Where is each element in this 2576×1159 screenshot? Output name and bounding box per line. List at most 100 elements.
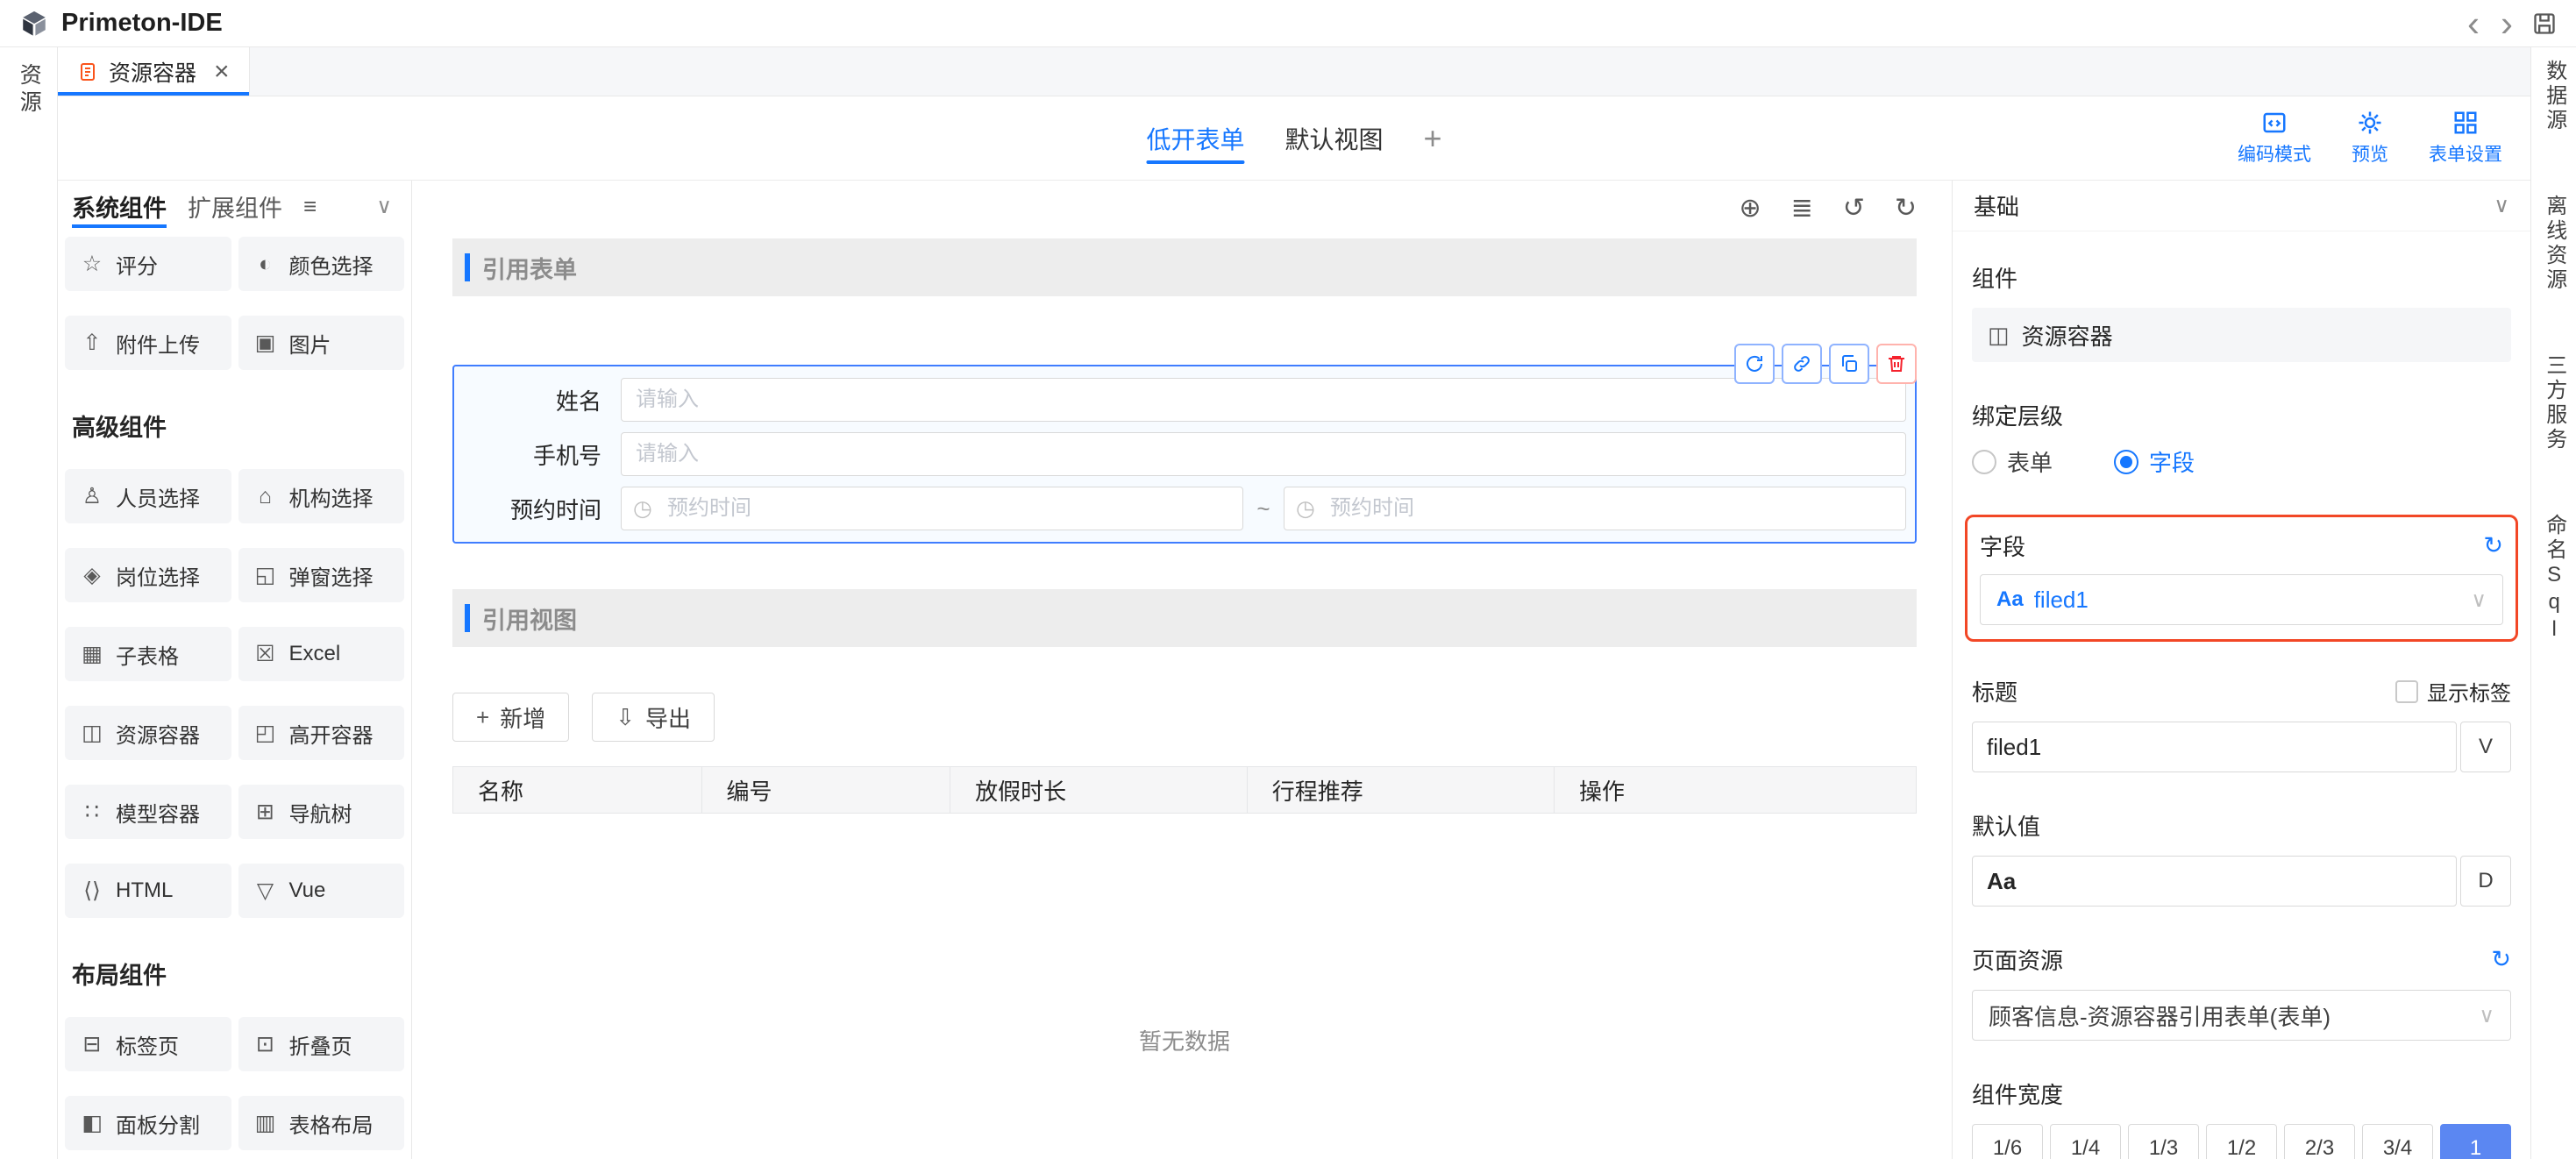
field-binding-highlight: 字段 ↻ Aa filed1 ∨ [1965,515,2518,642]
upload-icon: ⇧ [79,330,105,356]
name-input[interactable] [621,378,1906,422]
title-mode-addon[interactable]: V [2460,722,2511,772]
default-value-input[interactable] [1972,856,2457,907]
add-view-button[interactable]: + [1424,120,1442,157]
width-option-3/4[interactable]: 3/4 [2362,1124,2433,1159]
history-forward-icon[interactable]: › [2490,5,2523,42]
palette-item-弹窗选择[interactable]: ◱弹窗选择 [238,548,405,602]
section-header-form: 引用表单 [452,238,1917,296]
title-section: 标题 显示标签 V [1972,675,2511,772]
rail-item-数据源[interactable]: 数据源 [2542,60,2565,133]
main-row: 资源 资源容器 × 低开表单 默认视图 + [0,47,2576,1159]
rail-item-三方服务[interactable]: 三方服务 [2542,354,2565,452]
width-option-1/2[interactable]: 1/2 [2206,1124,2277,1159]
palette-item-导航树[interactable]: ⊞导航树 [238,785,405,839]
left-rail: 资源 [0,47,58,1159]
palette-item-Vue[interactable]: ▽Vue [238,864,405,918]
width-option-1/4[interactable]: 1/4 [2050,1124,2121,1159]
binding-option-form[interactable]: 表单 [1972,445,2053,478]
refresh-icon[interactable]: ↻ [2491,948,2511,971]
palette-item-评分[interactable]: ☆评分 [65,237,231,291]
palette-item-图片[interactable]: ▣图片 [238,316,405,370]
preview-button[interactable]: 预览 [2352,110,2388,167]
resource-container-icon: ◫ [79,720,105,746]
form-settings-label: 表单设置 [2429,140,2502,167]
title-input[interactable] [1972,722,2457,772]
code-mode-button[interactable]: 编码模式 [2238,110,2311,167]
time-end-input[interactable] [1284,487,1906,530]
width-option-2/3[interactable]: 2/3 [2284,1124,2355,1159]
palette-item-模型容器[interactable]: ∷模型容器 [65,785,231,839]
field-select[interactable]: Aa filed1 ∨ [1980,574,2503,625]
phone-input[interactable] [621,432,1906,476]
palette-item-高开容器[interactable]: ◰高开容器 [238,706,405,760]
document-icon [77,61,98,82]
undo-icon[interactable]: ↺ [1843,196,1865,222]
default-value-mode-addon[interactable]: D [2460,856,2511,907]
form-settings-button[interactable]: 表单设置 [2429,110,2502,167]
sync-button[interactable] [1734,344,1775,384]
table-column-header: 名称 [453,767,702,813]
palette-item-岗位选择[interactable]: ◈岗位选择 [65,548,231,602]
rail-item-离线资源[interactable]: 离线资源 [2542,195,2565,293]
link-icon [1791,353,1812,374]
delete-button[interactable] [1876,344,1917,384]
palette-item-标签页[interactable]: ⊟标签页 [65,1017,231,1071]
palette-item-机构选择[interactable]: ⌂机构选择 [238,469,405,523]
palette-item-label: Excel [289,642,341,666]
show-label-checkbox[interactable]: 显示标签 [2395,676,2511,707]
view-tab-default-view[interactable]: 默认视图 [1284,96,1383,180]
outline-icon[interactable]: ≣ [1791,196,1813,222]
width-option-1/6[interactable]: 1/6 [1972,1124,2043,1159]
page-resource-select[interactable]: 顾客信息-资源容器引用表单(表单) ∨ [1972,990,2511,1041]
page-resource-label: 页面资源 [1972,943,2063,976]
doc-tab-resource-container[interactable]: 资源容器 × [58,47,250,96]
palette-item-人员选择[interactable]: ♙人员选择 [65,469,231,523]
palette-item-颜色选择[interactable]: ◐颜色选择 [238,237,405,291]
inspector-section-header[interactable]: 基础 ∨ [1953,181,2530,231]
palette-item-表格布局[interactable]: ▥表格布局 [238,1096,405,1150]
view-tab-lowcode-form[interactable]: 低开表单 [1146,96,1244,180]
palette-tab-system[interactable]: 系统组件 [72,181,167,231]
web-icon[interactable]: ⊕ [1739,196,1761,222]
rail-item-命名Sql[interactable]: 命名Sql [2542,514,2565,644]
code-mode-icon [2261,110,2288,136]
chevron-down-icon: ∨ [2479,1003,2494,1028]
palette-item-HTML[interactable]: ⟨⟩HTML [65,864,231,918]
palette-item-附件上传[interactable]: ⇧附件上传 [65,316,231,370]
close-icon[interactable]: × [214,59,230,85]
toolbar-actions: 编码模式 预览 表单设置 [2238,110,2530,167]
view-action-row: + 新增 ⇩ 导出 [452,693,1917,742]
palette-item-折叠页[interactable]: ⊡折叠页 [238,1017,405,1071]
export-button[interactable]: ⇩ 导出 [592,693,715,742]
palette-item-Excel[interactable]: ☒Excel [238,627,405,681]
empty-state-text: 暂无数据 [1139,1024,1230,1056]
palette-item-子表格[interactable]: ▦子表格 [65,627,231,681]
width-option-1[interactable]: 1 [2440,1124,2511,1159]
redo-icon[interactable]: ↻ [1895,196,1917,222]
width-option-1/3[interactable]: 1/3 [2128,1124,2199,1159]
palette-tab-extension[interactable]: 扩展组件 [188,181,282,231]
palette-item-label: 高开容器 [289,718,374,749]
palette-groups: ☆评分◐颜色选择⇧附件上传▣图片高级组件♙人员选择⌂机构选择◈岗位选择◱弹窗选择… [65,237,404,1159]
copy-button[interactable] [1829,344,1869,384]
history-back-icon[interactable]: ‹ [2457,5,2490,42]
link-button[interactable] [1782,344,1822,384]
hamburger-icon[interactable]: ≡ [303,193,317,220]
selected-form-block[interactable]: 姓名 手机号 预约时间 ◷ [452,365,1917,544]
save-button[interactable] [2532,11,2557,36]
refresh-icon[interactable]: ↻ [2483,534,2503,558]
app-title: Primeton-IDE [61,9,223,38]
palette-item-面板分割[interactable]: ◧面板分割 [65,1096,231,1150]
binding-option-field[interactable]: 字段 [2114,445,2195,478]
add-button[interactable]: + 新增 [452,693,569,742]
table-column-header: 放假时长 [950,767,1248,813]
palette-item-资源容器[interactable]: ◫资源容器 [65,706,231,760]
time-start-input[interactable] [621,487,1243,530]
form-card: 引用表单 [452,238,1917,1159]
chevron-down-icon[interactable]: ∨ [376,194,397,219]
page-resource-value: 顾客信息-资源容器引用表单(表单) [1989,999,2330,1032]
time-range: ◷ ~ ◷ [621,487,1906,530]
rail-item-resources[interactable]: 资源 [17,63,41,117]
tabs-icon: ⊟ [79,1031,105,1057]
